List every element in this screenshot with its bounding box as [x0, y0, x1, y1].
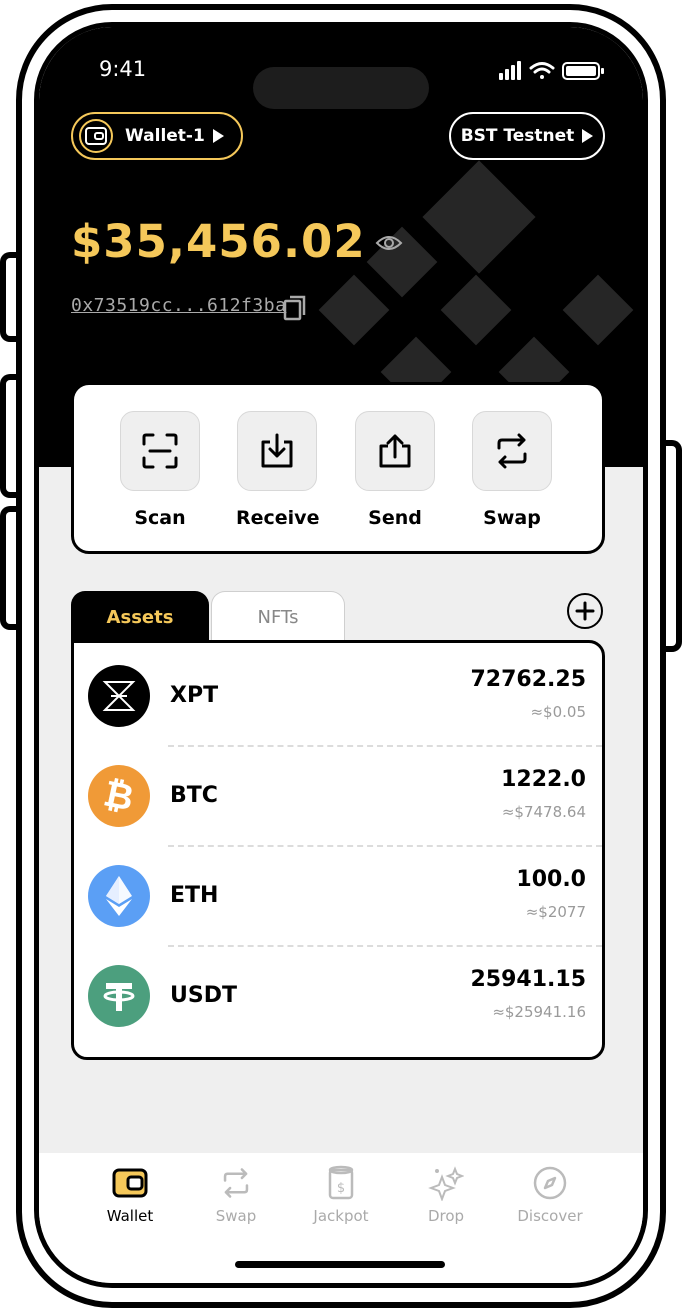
- asset-row-btc[interactable]: ₿ BTC 1222.0 ≈$7478.64: [74, 747, 602, 847]
- nav-label: Swap: [215, 1207, 257, 1225]
- tab-nfts[interactable]: NFTs: [211, 591, 345, 643]
- background-diamond-pattern: [318, 274, 390, 346]
- asset-row-xpt[interactable]: XPT 72762.25 ≈$0.05: [74, 647, 602, 747]
- background-diamond-pattern: [440, 274, 512, 346]
- asset-amount: 25941.15: [470, 967, 586, 992]
- asset-row-usdt[interactable]: USDT 25941.15 ≈$25941.16: [74, 947, 602, 1047]
- asset-symbol: ETH: [170, 883, 219, 908]
- receive-label: Receive: [236, 507, 320, 529]
- add-asset-button[interactable]: [567, 593, 603, 629]
- battery-icon: [562, 62, 604, 80]
- asset-amount: 72762.25: [470, 667, 586, 692]
- nav-drop[interactable]: Drop: [401, 1165, 491, 1225]
- background-diamond-pattern: [562, 274, 634, 346]
- swap-button[interactable]: Swap: [471, 411, 553, 529]
- status-icons: [499, 61, 604, 80]
- asset-symbol: USDT: [170, 983, 237, 1008]
- signal-icon: [499, 61, 521, 80]
- asset-symbol: XPT: [170, 683, 219, 708]
- copy-icon[interactable]: [283, 295, 307, 321]
- caret-right-icon: [582, 129, 594, 143]
- plus-icon: [575, 601, 595, 621]
- receive-icon: [261, 433, 293, 468]
- nav-label: Jackpot: [313, 1207, 369, 1225]
- nav-label: Wallet: [106, 1207, 154, 1225]
- quick-actions-card: Scan Receive Send Swap: [71, 382, 605, 554]
- tab-assets[interactable]: Assets: [71, 591, 209, 643]
- asset-amount: 1222.0: [501, 767, 586, 792]
- network-selector-button[interactable]: BST Testnet: [449, 112, 605, 160]
- btc-coin-icon: ₿: [88, 765, 150, 827]
- background-diamond-pattern: [422, 160, 536, 274]
- scan-icon: [142, 433, 178, 469]
- swap-label: Swap: [483, 507, 541, 529]
- scan-label: Scan: [134, 507, 186, 529]
- asset-usd-value: ≈$2077: [525, 903, 586, 921]
- swap-icon: [218, 1165, 254, 1201]
- receive-tile: [237, 411, 317, 491]
- caret-right-icon: [212, 129, 224, 143]
- dynamic-island: [253, 67, 429, 109]
- nav-swap[interactable]: Swap: [191, 1165, 281, 1225]
- asset-amount: 100.0: [516, 867, 586, 892]
- wallet-address[interactable]: 0x73519cc...612f3ba: [71, 295, 286, 316]
- eye-icon[interactable]: [375, 233, 403, 253]
- nav-wallet[interactable]: Wallet: [85, 1165, 175, 1225]
- wallet-name: Wallet-1: [125, 126, 205, 146]
- compass-icon: [532, 1165, 568, 1201]
- jackpot-icon: $: [323, 1165, 359, 1201]
- svg-text:$: $: [337, 1181, 345, 1196]
- swap-icon: [497, 433, 527, 469]
- usdt-coin-icon: [88, 965, 150, 1027]
- nav-label: Discover: [517, 1207, 583, 1225]
- send-label: Send: [368, 507, 422, 529]
- asset-usd-value: ≈$25941.16: [492, 1003, 586, 1021]
- wallet-selector-button[interactable]: Wallet-1: [71, 112, 243, 160]
- swap-tile: [472, 411, 552, 491]
- wallet-icon: [112, 1165, 148, 1201]
- xpt-coin-icon: [88, 665, 150, 727]
- drop-sparkle-icon: [428, 1165, 464, 1201]
- receive-button[interactable]: Receive: [236, 411, 320, 529]
- send-button[interactable]: Send: [354, 411, 436, 529]
- scan-button[interactable]: Scan: [119, 411, 201, 529]
- total-balance: $35,456.02: [71, 215, 366, 268]
- nav-label: Drop: [427, 1207, 465, 1225]
- home-indicator[interactable]: [235, 1261, 445, 1268]
- status-time: 9:41: [99, 57, 147, 81]
- asset-usd-value: ≈$0.05: [530, 703, 586, 721]
- scan-tile: [120, 411, 200, 491]
- nav-discover[interactable]: Discover: [505, 1165, 595, 1225]
- send-tile: [355, 411, 435, 491]
- wifi-icon: [529, 62, 555, 79]
- eth-coin-icon: [88, 865, 150, 927]
- assets-list: XPT 72762.25 ≈$0.05 ₿ BTC 1222.0 ≈$7478.…: [71, 640, 605, 1060]
- asset-symbol: BTC: [170, 783, 218, 808]
- network-name: BST Testnet: [460, 126, 575, 146]
- asset-usd-value: ≈$7478.64: [501, 803, 586, 821]
- phone-screen: 9:41 Wallet-1 BST Testnet $35,456.02 0x7…: [34, 22, 648, 1288]
- asset-row-eth[interactable]: ETH 100.0 ≈$2077: [74, 847, 602, 947]
- nav-jackpot[interactable]: $ Jackpot: [296, 1165, 386, 1225]
- send-icon: [379, 434, 411, 468]
- wallet-icon: [79, 119, 113, 153]
